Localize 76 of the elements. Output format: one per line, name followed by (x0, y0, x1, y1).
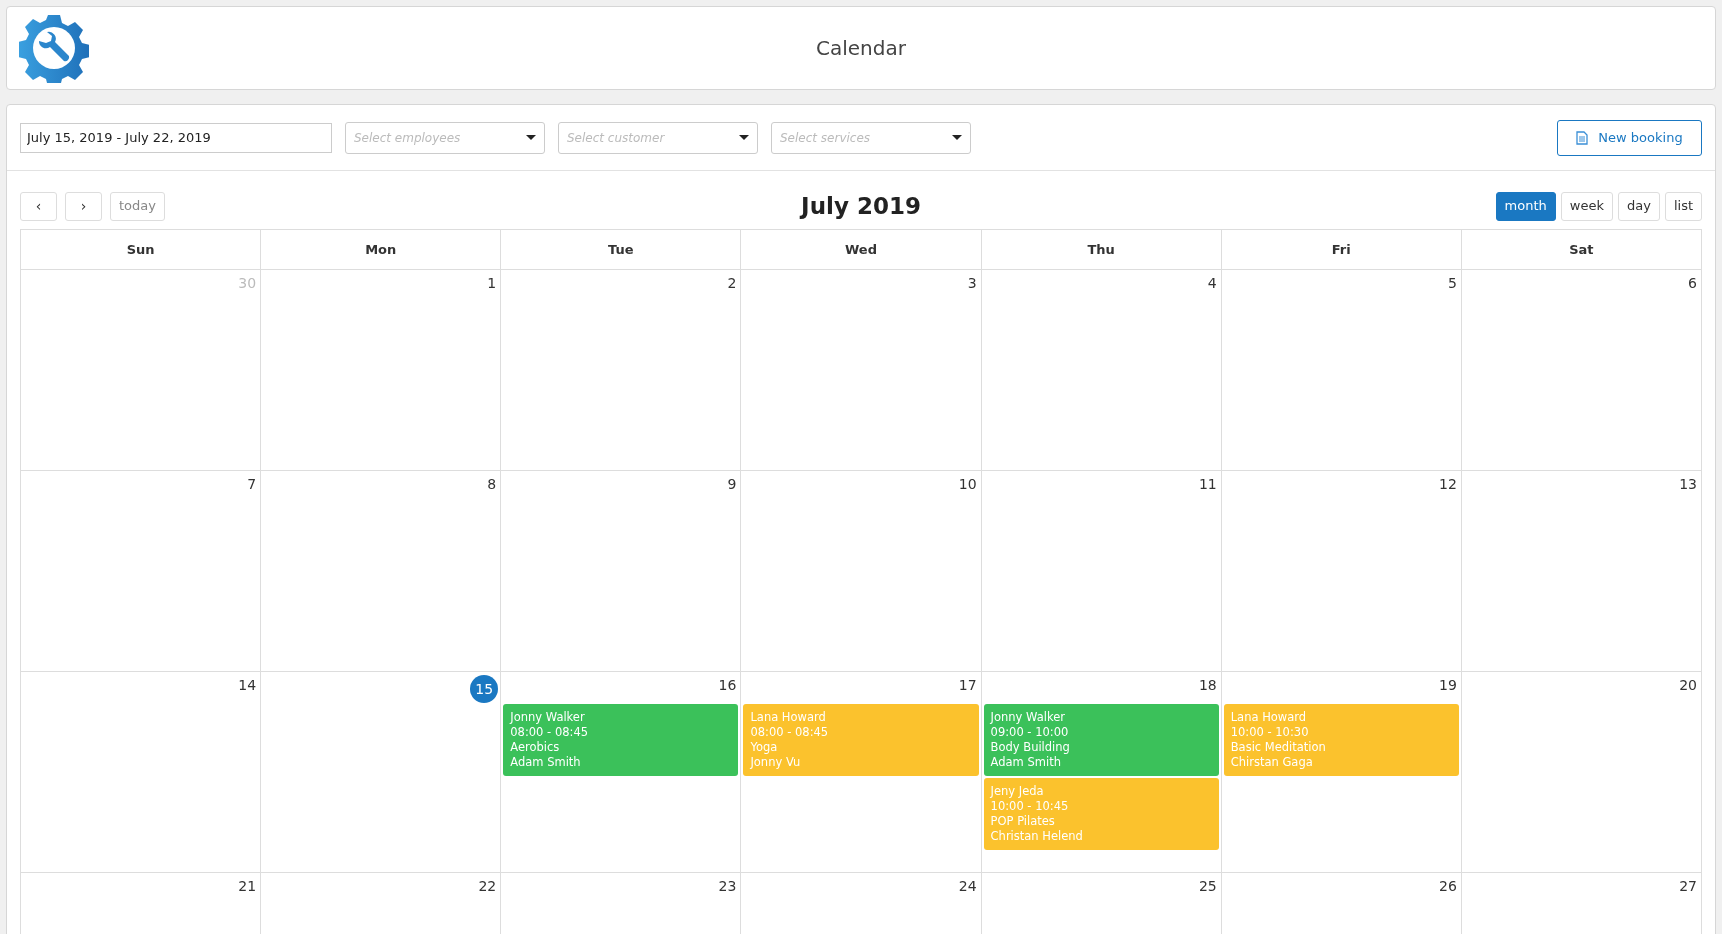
event-time: 10:00 - 10:45 (990, 798, 1069, 814)
day-number: 2 (726, 274, 738, 293)
day-number: 21 (237, 877, 258, 896)
day-number: 1 (486, 274, 498, 293)
day-number: 25 (1197, 877, 1218, 896)
document-icon (1576, 130, 1589, 145)
day-number: 22 (477, 877, 498, 896)
page-title: Calendar (816, 36, 906, 60)
event-customer: Chirstan Gaga (1230, 754, 1313, 770)
day-number: 24 (957, 877, 978, 896)
day-number: 20 (1678, 676, 1698, 695)
view-button[interactable]: month (1495, 191, 1556, 221)
day-number: 16 (717, 676, 738, 695)
day-number: 17 (957, 676, 978, 695)
event-block[interactable]: Jonny Walker 08:00 - 08:45 Aerobics Adam Smith (503, 703, 739, 776)
weekday-header: Wed (741, 229, 982, 269)
view-button[interactable]: day (1618, 191, 1660, 221)
weekday-header: Thu (981, 229, 1222, 269)
event-time: 08:00 - 08:45 (750, 724, 829, 740)
day-number: 12 (1438, 475, 1458, 494)
day-number: 9 (726, 475, 738, 494)
day-number: 15 (470, 675, 499, 703)
event-service: Body Building (990, 739, 1070, 755)
event-employee: Jonny Walker (990, 709, 1065, 725)
view-button[interactable]: list (1664, 191, 1702, 221)
weekday-header: Mon (261, 229, 502, 269)
day-number: 7 (246, 475, 258, 494)
event-employee: Lana Howard (750, 709, 826, 725)
select-field[interactable]: Select employees (345, 121, 545, 154)
day-number: 27 (1678, 877, 1698, 896)
event-service: Basic Meditation (1230, 739, 1326, 755)
event-block[interactable]: Jonny Walker 09:00 - 10:00 Body Building Adam Smith (983, 703, 1219, 776)
today-button[interactable]: today (110, 191, 165, 221)
caret-icon (952, 135, 962, 140)
day-number: 19 (1438, 676, 1458, 695)
day-number: 14 (237, 676, 258, 695)
event-customer: Jonny Vu (750, 754, 801, 770)
month-title: July 2019 (801, 192, 921, 219)
event-employee: Jonny Walker (510, 709, 585, 725)
event-service: POP Pilates (990, 813, 1055, 829)
view-button[interactable]: week (1560, 191, 1613, 221)
logo-icon (19, 13, 89, 83)
event-service: Yoga (750, 739, 778, 755)
date-range-field[interactable]: July 15, 2019 - July 22, 2019 (20, 122, 332, 153)
weekday-header: Sun (21, 229, 262, 269)
day-number: 23 (717, 877, 738, 896)
event-time: 10:00 - 10:30 (1230, 724, 1309, 740)
day-number: 8 (486, 475, 498, 494)
new-booking-button[interactable]: New booking (1557, 119, 1702, 156)
select-field[interactable]: Select customer (558, 121, 758, 154)
event-employee: Lana Howard (1230, 709, 1307, 725)
day-number: 30 (237, 274, 258, 293)
event-customer: Christan Helend (990, 828, 1083, 844)
day-number: 4 (1206, 274, 1218, 293)
day-number: 10 (957, 475, 978, 494)
previous-button[interactable]: ‹ (20, 191, 57, 221)
day-number: 11 (1197, 475, 1218, 494)
weekday-header: Fri (1221, 229, 1462, 269)
caret-icon (739, 135, 749, 140)
event-customer: Adam Smith (990, 754, 1061, 770)
day-number: 26 (1438, 877, 1458, 896)
day-number: 18 (1197, 676, 1218, 695)
event-employee: Jeny Jeda (990, 783, 1044, 799)
caret-icon (526, 135, 536, 140)
event-service: Aerobics (510, 739, 560, 755)
weekday-header: Sat (1461, 229, 1702, 269)
event-time: 08:00 - 08:45 (510, 724, 589, 740)
day-number: 5 (1446, 274, 1458, 293)
select-field[interactable]: Select services (771, 121, 971, 154)
event-time: 09:00 - 10:00 (990, 724, 1069, 740)
weekday-header: Tue (501, 229, 742, 269)
day-number: 6 (1687, 274, 1698, 293)
day-number: 3 (966, 274, 978, 293)
event-customer: Adam Smith (510, 754, 581, 770)
day-number: 13 (1678, 475, 1698, 494)
next-button[interactable]: › (65, 191, 102, 221)
